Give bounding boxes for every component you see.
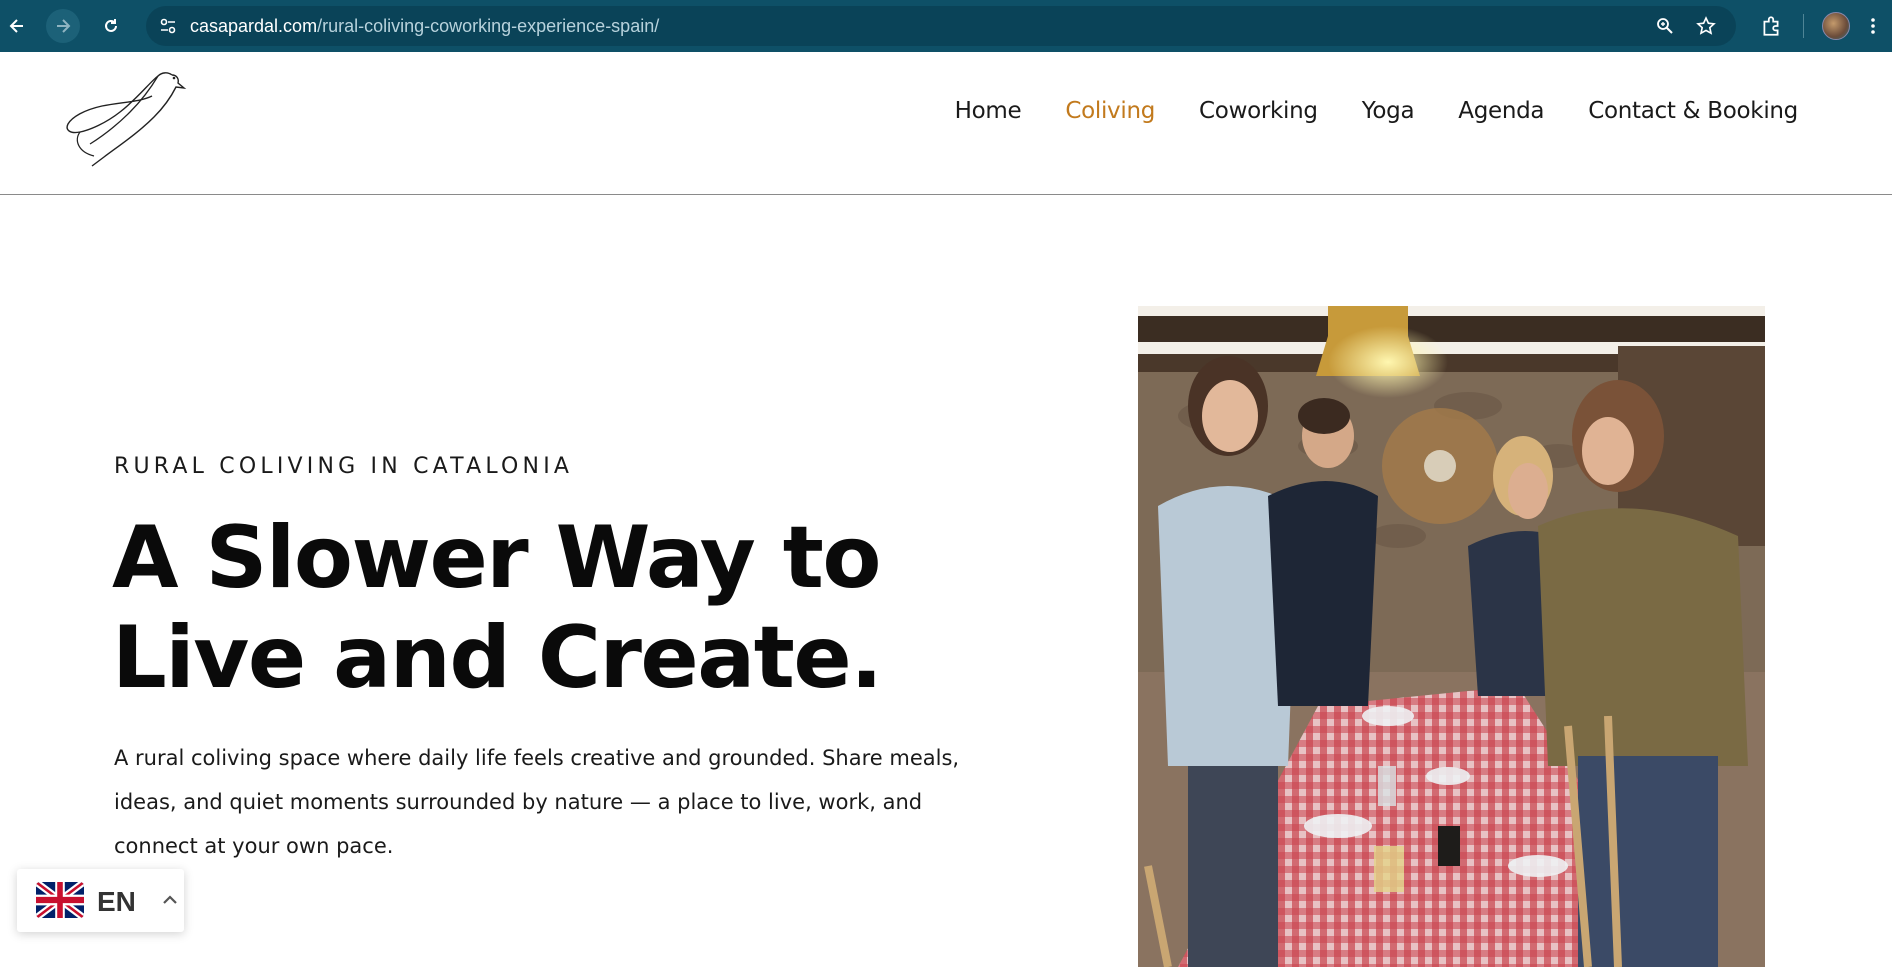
chevron-up-icon [163, 895, 177, 904]
site-info-icon[interactable] [154, 12, 182, 40]
nav-coworking[interactable]: Coworking [1199, 98, 1318, 124]
url-path: /rural-coliving-coworking-experience-spa… [317, 16, 660, 36]
zoom-icon[interactable] [1654, 15, 1676, 37]
reload-button[interactable] [94, 9, 128, 43]
uk-flag-icon [36, 882, 84, 918]
address-bar[interactable]: casapardal.com/rural-coliving-coworking-… [146, 6, 1736, 46]
more-menu-icon[interactable] [1858, 9, 1888, 43]
site-header: Home Coliving Coworking Yoga Agenda Cont… [0, 52, 1892, 195]
nav-agenda[interactable]: Agenda [1458, 98, 1544, 124]
language-switcher[interactable]: EN [17, 869, 184, 932]
main-nav: Home Coliving Coworking Yoga Agenda Cont… [955, 98, 1799, 124]
hero-description: A rural coliving space where daily life … [114, 746, 960, 858]
toolbar-divider [1803, 14, 1804, 38]
url-domain: casapardal.com [190, 16, 318, 36]
hero-title-line-2: Live and Create. [112, 608, 883, 708]
nav-yoga[interactable]: Yoga [1362, 98, 1415, 124]
nav-contact-booking[interactable]: Contact & Booking [1588, 98, 1798, 124]
url-text[interactable]: casapardal.com/rural-coliving-coworking-… [190, 16, 659, 37]
bird-line-logo[interactable] [62, 61, 187, 173]
profile-avatar [1822, 12, 1850, 40]
back-button[interactable] [0, 9, 34, 43]
extensions-icon[interactable] [1754, 9, 1788, 43]
hero-eyebrow: RURAL COLIVING IN CATALONIA [114, 454, 574, 479]
browser-toolbar: casapardal.com/rural-coliving-coworking-… [0, 0, 1892, 52]
profile-button[interactable] [1819, 9, 1853, 43]
hero-title-line-1: A Slower Way to [112, 508, 882, 608]
forward-icon [57, 19, 71, 33]
forward-button[interactable] [46, 9, 80, 43]
reload-icon [105, 19, 117, 32]
nav-coliving[interactable]: Coliving [1065, 98, 1155, 124]
people-sharing-meal-photo [1138, 306, 1765, 967]
nav-home[interactable]: Home [955, 98, 1022, 124]
back-icon [9, 19, 23, 33]
bookmark-star-icon[interactable] [1695, 15, 1717, 37]
language-code: EN [97, 886, 136, 917]
hero-title: A Slower Way to Live and Create. [112, 508, 972, 708]
